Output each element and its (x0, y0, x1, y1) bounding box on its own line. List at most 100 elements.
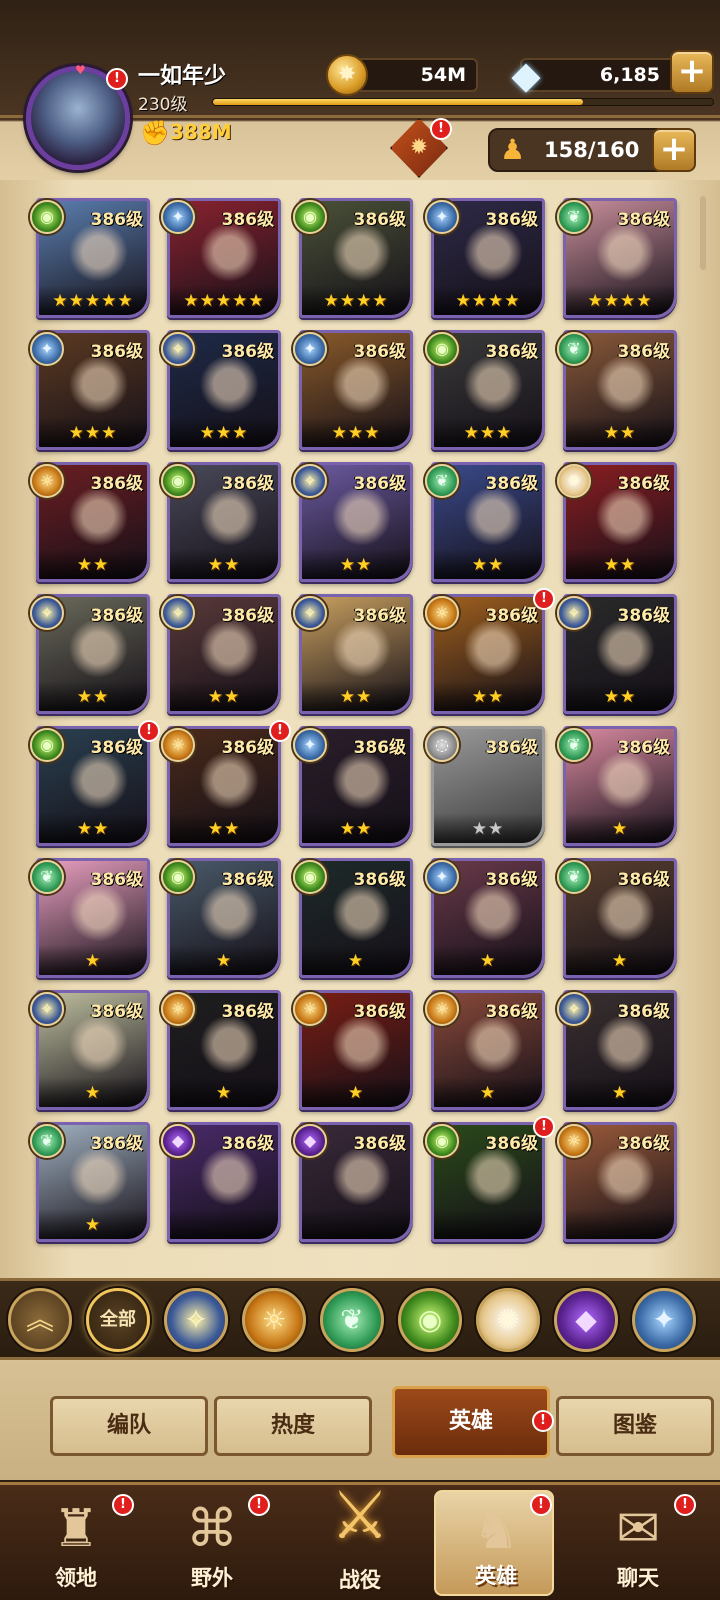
faction-emblem-icon: ✺ (557, 464, 591, 498)
faction-emblem-icon: ☼ (425, 992, 459, 1026)
hero-stars: ★★★★★ (52, 291, 134, 311)
faction-emblem-icon: ◉ (161, 464, 195, 498)
faction-emblem-icon: ✦ (30, 332, 64, 366)
faction-emblem-icon: ✧ (557, 596, 591, 630)
hero-level: 386级 (485, 738, 539, 758)
grid-scrollbar[interactable] (700, 196, 706, 270)
hero-level: 386级 (485, 1134, 539, 1154)
hero-level: 386级 (617, 1002, 671, 1022)
hero-level: 386级 (90, 738, 144, 758)
faction-emblem-icon: ❦ (30, 1124, 64, 1158)
diamond-icon: ◆ (511, 53, 541, 97)
hero-stars: ★★ (339, 819, 373, 839)
gold-coin-icon: ✸ (326, 54, 368, 96)
chest-alert-badge: ! (430, 118, 452, 140)
nav-alert-badge: ! (530, 1494, 552, 1516)
faction-emblem-icon: ✧ (293, 464, 327, 498)
hero-stars: ★ (84, 1083, 102, 1103)
nav-label: 领地 (55, 1566, 97, 1590)
faction-emblem-icon: ✦ (293, 728, 327, 762)
hero-alert-badge: ! (533, 588, 555, 610)
hero-stars: ★★ (207, 555, 241, 575)
hero-stars: ★ (479, 1083, 497, 1103)
nav-label: 战役 (339, 1568, 381, 1592)
faction-emblem-icon: ◉ (425, 332, 459, 366)
card-shade (302, 1209, 410, 1239)
hero-level: 386级 (617, 342, 671, 362)
add-gems-button[interactable]: + (670, 50, 714, 94)
hero-stars: ★ (347, 951, 365, 971)
hero-stars: ★ (347, 1083, 365, 1103)
filter-dimensional-button[interactable]: ✦ (632, 1288, 696, 1352)
hero-stars: ★★★ (331, 423, 381, 443)
filter-all-button[interactable]: 全部 (86, 1288, 150, 1352)
faction-emblem-icon: ◉ (425, 1124, 459, 1158)
collapse-filter-button[interactable]: ︽ (8, 1288, 72, 1352)
nav-alert-badge: ! (674, 1494, 696, 1516)
faction-emblem-icon: ❦ (557, 332, 591, 366)
faction-emblem-icon: ◉ (30, 728, 64, 762)
hero-stars: ★★ (76, 555, 110, 575)
hero-level: 386级 (485, 210, 539, 230)
hero-level: 386级 (353, 606, 407, 626)
chest-emblem-icon: ✹ (409, 135, 429, 160)
filter-graveborn-button[interactable]: ☼ (242, 1288, 306, 1352)
filter-maulers-button[interactable]: ◉ (398, 1288, 462, 1352)
hero-level: 386级 (221, 738, 275, 758)
tab-1[interactable]: 热度 (214, 1396, 372, 1456)
filter-celestial-button[interactable]: ✺ (476, 1288, 540, 1352)
hero-level: 386级 (221, 1002, 275, 1022)
filter-hypogean-button[interactable]: ◆ (554, 1288, 618, 1352)
faction-emblem-icon: ✧ (161, 332, 195, 366)
nav-alert-badge: ! (248, 1494, 270, 1516)
player-name: 一如年少 (138, 64, 227, 89)
hero-stars: ★★★★★ (183, 291, 265, 311)
helmet-icon: ♞ (472, 1501, 520, 1561)
hero-stars: ★ (84, 951, 102, 971)
faction-emblem-icon: ❦ (30, 860, 64, 894)
faction-emblem-icon: ☼ (30, 464, 64, 498)
hero-level: 386级 (90, 474, 144, 494)
card-shade (170, 1209, 278, 1239)
tab-0[interactable]: 编队 (50, 1396, 208, 1456)
hero-stars: ★★★ (68, 423, 118, 443)
hero-alert-badge: ! (138, 720, 160, 742)
hero-level: 386级 (90, 1002, 144, 1022)
faction-emblem-icon: ◉ (293, 200, 327, 234)
hero-level: 386级 (90, 342, 144, 362)
heart-icon: ♥ (75, 63, 86, 77)
hero-stars: ★★★★ (323, 291, 389, 311)
avatar-alert-badge: ! (106, 68, 128, 90)
nav-battle-crest[interactable]: ⚔ 战役 (300, 1462, 420, 1598)
faction-emblem-icon: ✧ (30, 992, 64, 1026)
hero-level: 386级 (617, 870, 671, 890)
hero-stars: ★★★ (199, 423, 249, 443)
faction-emblem-icon: ✧ (293, 596, 327, 630)
faction-emblem-icon: ◉ (293, 860, 327, 894)
hero-level: 386级 (617, 474, 671, 494)
faction-emblem-icon: ☼ (161, 992, 195, 1026)
faction-emblem-icon: ◆ (161, 1124, 195, 1158)
nav-label: 英雄 (475, 1564, 517, 1588)
map-scroll-icon: ⌘ (186, 1499, 238, 1559)
faction-emblem-icon: ❦ (557, 728, 591, 762)
faction-emblem-icon: ☼ (557, 1124, 591, 1158)
tab-3[interactable]: 图鉴 (556, 1396, 714, 1456)
hero-level: 386级 (353, 738, 407, 758)
hero-level: 386级 (221, 210, 275, 230)
faction-emblem-icon: ◉ (30, 200, 64, 234)
hero-stars: ★★ (603, 423, 637, 443)
faction-emblem-icon: ✧ (30, 596, 64, 630)
hero-stars: ★ (611, 951, 629, 971)
hero-level: 386级 (90, 210, 144, 230)
hero-stars: ★ (84, 1215, 102, 1235)
faction-emblem-icon: ✧ (557, 992, 591, 1026)
filter-lightbearer-button[interactable]: ✧ (164, 1288, 228, 1352)
tab-2[interactable]: 英雄 (392, 1386, 550, 1458)
filter-wilder-button[interactable]: ❦ (320, 1288, 384, 1352)
faction-emblem-icon: ❦ (425, 464, 459, 498)
expand-hero-slots-button[interactable]: + (652, 128, 696, 172)
combat-power: 388M (170, 120, 232, 144)
hero-level: 386级 (353, 342, 407, 362)
battle-crest-icon: ⚔ (330, 1477, 390, 1554)
